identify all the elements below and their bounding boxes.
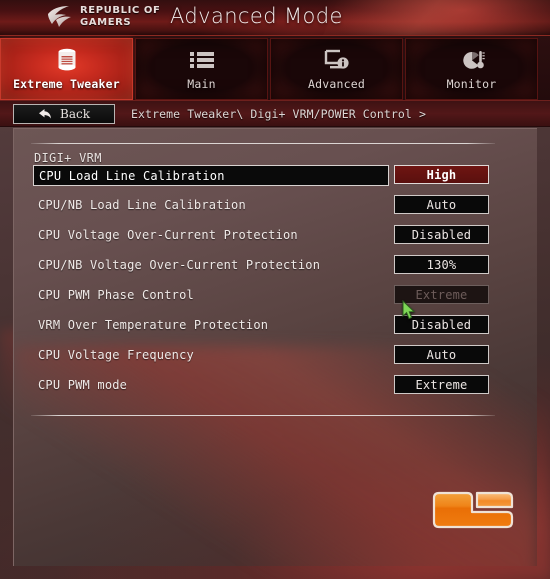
setting-label[interactable]: CPU Voltage Over-Current Protection [33, 225, 389, 244]
monitor-info-icon [324, 48, 350, 72]
asus-uefi-orange-logo-icon [429, 486, 517, 534]
rog-wordmark-line1: REPUBLIC OF [80, 5, 161, 16]
tab-label-monitor: Monitor [446, 76, 497, 91]
setting-row[interactable]: CPU Voltage Frequency Auto [14, 345, 537, 375]
settings-list: CPU Load Line Calibration High CPU/NB Lo… [14, 165, 537, 405]
tab-monitor[interactable]: Monitor [405, 38, 538, 100]
setting-value[interactable]: High [394, 165, 489, 184]
setting-value[interactable]: Disabled [394, 225, 489, 244]
setting-label[interactable]: CPU PWM Phase Control [33, 285, 389, 304]
setting-value[interactable]: Disabled [394, 315, 489, 334]
tweaker-spool-icon [54, 48, 80, 72]
setting-row[interactable]: VRM Over Temperature Protection Disabled [14, 315, 537, 345]
tab-extreme-tweaker[interactable]: Extreme Tweaker [0, 38, 133, 100]
section-divider-top [31, 143, 495, 144]
section-title: DIGI+ VRM [34, 151, 102, 165]
setting-value[interactable]: Extreme [394, 375, 489, 394]
rog-wordmark-line2: GAMERS [80, 17, 132, 28]
setting-row[interactable]: CPU PWM Phase Control Extreme [14, 285, 537, 315]
tab-label-main: Main [187, 76, 216, 91]
back-button-label: Back [60, 106, 90, 121]
section-divider-bottom [31, 415, 495, 416]
tab-advanced[interactable]: Advanced [270, 38, 403, 100]
setting-label[interactable]: VRM Over Temperature Protection [33, 315, 389, 334]
setting-label[interactable]: CPU/NB Load Line Calibration [33, 195, 389, 214]
setting-value[interactable]: Auto [394, 345, 489, 364]
setting-row[interactable]: CPU PWM mode Extreme [14, 375, 537, 405]
title-bar: REPUBLIC OF GAMERS Advanced Mode [0, 0, 550, 36]
tab-main[interactable]: Main [135, 38, 268, 100]
setting-row[interactable]: CPU Voltage Over-Current Protection Disa… [14, 225, 537, 255]
navigation-bar: Back Extreme Tweaker\ Digi+ VRM/POWER Co… [0, 100, 550, 127]
setting-row[interactable]: CPU/NB Voltage Over-Current Protection 1… [14, 255, 537, 285]
setting-label[interactable]: CPU Voltage Frequency [33, 345, 389, 364]
back-button[interactable]: Back [13, 103, 115, 124]
setting-value[interactable]: Auto [394, 195, 489, 214]
tab-label-extreme-tweaker: Extreme Tweaker [13, 76, 120, 91]
bios-screen: REPUBLIC OF GAMERS Advanced Mode Extreme… [0, 0, 550, 579]
settings-panel: DIGI+ VRM CPU Load Line Calibration High… [13, 128, 537, 566]
list-bullets-icon [189, 48, 215, 72]
setting-label[interactable]: CPU/NB Voltage Over-Current Protection [33, 255, 389, 274]
setting-row[interactable]: CPU Load Line Calibration High [14, 165, 537, 195]
setting-row[interactable]: CPU/NB Load Line Calibration Auto [14, 195, 537, 225]
page-title: Advanced Mode [170, 4, 343, 28]
title-bar-sheen [322, 0, 550, 35]
rog-brand: REPUBLIC OF GAMERS [47, 5, 160, 29]
back-arrow-icon [38, 108, 52, 120]
setting-value: Extreme [394, 285, 489, 304]
setting-label[interactable]: CPU Load Line Calibration [33, 165, 389, 186]
setting-value[interactable]: 130% [394, 255, 489, 274]
tab-bar: Extreme Tweaker Main Advanced Monitor [0, 36, 550, 100]
gauge-thermometer-icon [459, 48, 485, 72]
tab-label-advanced: Advanced [308, 76, 365, 91]
breadcrumb: Extreme Tweaker\ Digi+ VRM/POWER Control… [131, 106, 426, 121]
setting-label[interactable]: CPU PWM mode [33, 375, 389, 394]
rog-eye-logo-icon [47, 5, 73, 29]
rog-wordmark: REPUBLIC OF GAMERS [80, 6, 160, 28]
